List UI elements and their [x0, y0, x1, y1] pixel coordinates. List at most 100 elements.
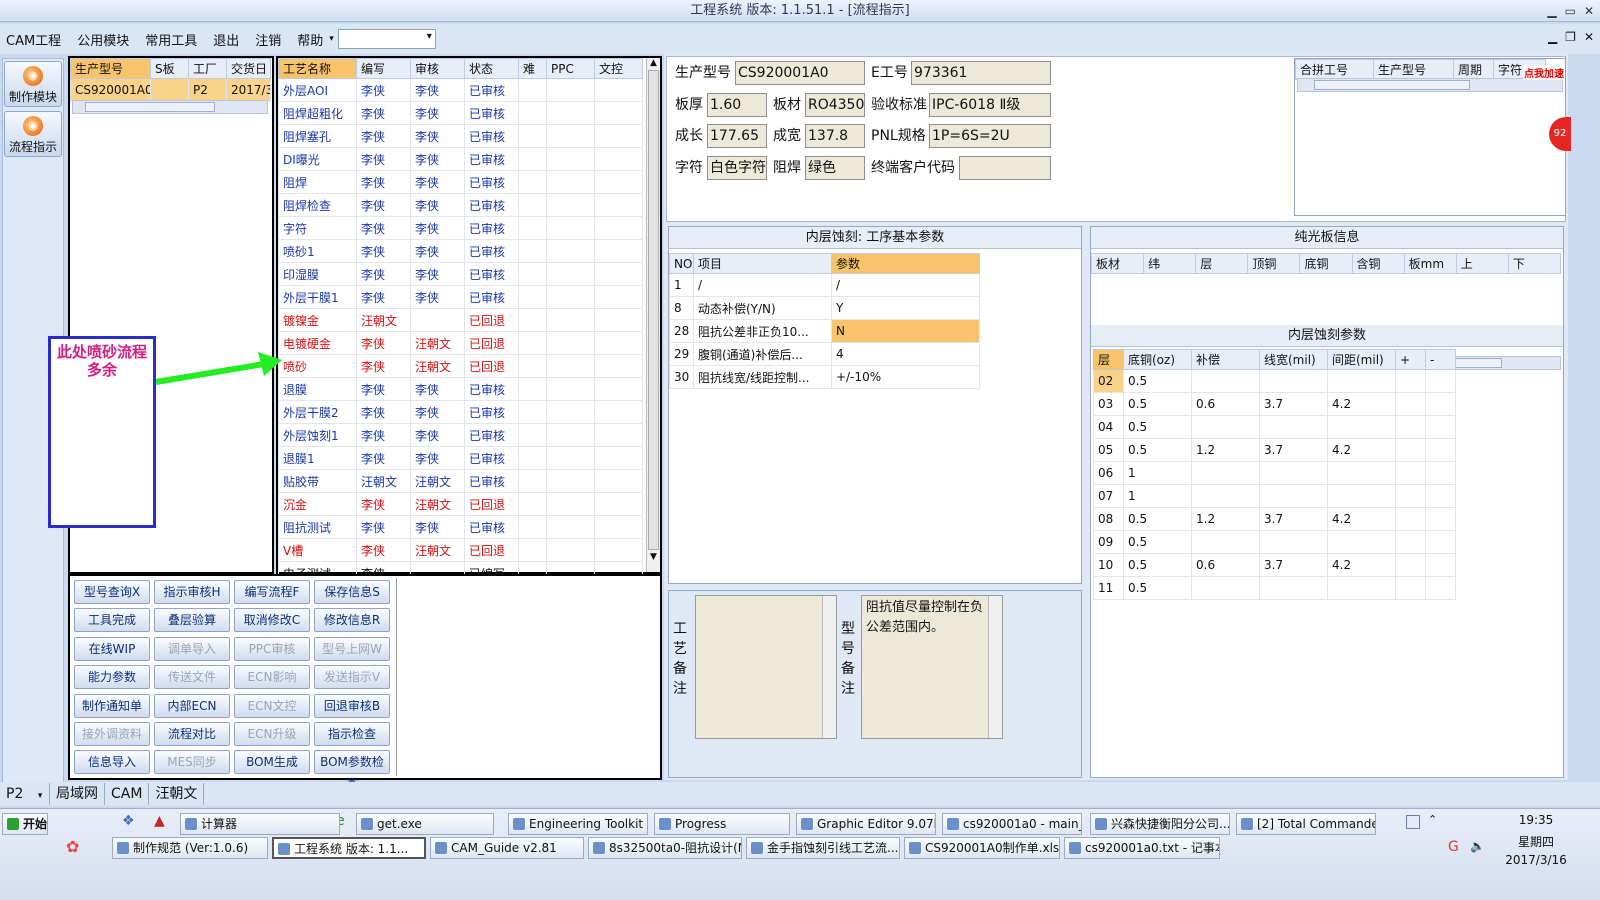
- mat-field[interactable]: RO4350B: [805, 93, 865, 117]
- action-button[interactable]: MES同步: [154, 750, 230, 775]
- inner-params-header[interactable]: 底铜(oz): [1123, 349, 1192, 370]
- action-button[interactable]: 能力参数: [74, 665, 150, 690]
- inner-params-header[interactable]: 补偿: [1191, 349, 1260, 370]
- etch-header[interactable]: 项目: [693, 253, 832, 274]
- menu-tools[interactable]: 常用工具: [145, 30, 197, 49]
- table-row[interactable]: 阻焊 李侠 李侠 已审核: [278, 170, 643, 194]
- table-row[interactable]: 电镀硬金 李侠 汪朝文 已回退: [278, 331, 643, 355]
- table-row[interactable]: 退膜 李侠 李侠 已审核: [278, 377, 643, 401]
- table-row[interactable]: 外层干膜1 李侠 李侠 已审核: [278, 285, 643, 309]
- merge-header[interactable]: 生产型号: [1373, 59, 1454, 80]
- taskbar-item[interactable]: 金手指蚀刻引线工艺流...: [746, 837, 900, 859]
- table-row[interactable]: 02 0.5: [1093, 369, 1456, 393]
- table-row[interactable]: 贴胶带 汪朝文 汪朝文 已审核: [278, 469, 643, 493]
- action-button[interactable]: ECN升级: [234, 721, 310, 746]
- plant-selector[interactable]: P2 ▾: [0, 783, 50, 805]
- action-button[interactable]: 取消修改C: [234, 608, 310, 633]
- table-row[interactable]: 09 0.5: [1093, 530, 1456, 554]
- process-header[interactable]: 难: [518, 58, 547, 79]
- table-row[interactable]: 阻焊超粗化 李侠 李侠 已审核: [278, 101, 643, 125]
- scroll-thumb[interactable]: [648, 70, 659, 550]
- table-row[interactable]: 06 1: [1093, 461, 1456, 485]
- bare-board-header[interactable]: 层: [1195, 253, 1249, 274]
- action-button[interactable]: 型号上网W: [314, 636, 390, 661]
- menu-dropdown-icon[interactable]: ▾: [329, 34, 334, 44]
- table-row[interactable]: 沉金 李侠 汪朝文 已回退: [278, 492, 643, 516]
- etch-header[interactable]: NO: [669, 253, 694, 274]
- close-icon[interactable]: ✕: [1584, 4, 1594, 18]
- inner-params-header[interactable]: 线宽(mil): [1259, 349, 1328, 370]
- table-row[interactable]: CS920001A0 P2 2017/3: [70, 78, 271, 102]
- menu-cam[interactable]: CAM工程: [6, 30, 61, 49]
- action-button[interactable]: 回退审核B: [314, 693, 390, 718]
- show-desktop-icon[interactable]: [1406, 815, 1420, 829]
- len-field[interactable]: 177.65: [707, 124, 767, 148]
- menu-help[interactable]: 帮助: [297, 30, 323, 49]
- action-button[interactable]: 制作通知单: [74, 693, 150, 718]
- inner-params-header[interactable]: 层: [1093, 349, 1124, 370]
- make-module-button[interactable]: ◉ 制作模块: [4, 61, 62, 107]
- table-row[interactable]: 30 阻抗线宽/线距控制... +/-10%: [669, 365, 980, 389]
- taskbar-item[interactable]: cs920001a0.txt - 记事本: [1064, 837, 1220, 859]
- table-row[interactable]: 阻抗测试 李侠 李侠 已审核: [278, 515, 643, 539]
- merge-header[interactable]: 合拼工号: [1295, 59, 1374, 80]
- process-header[interactable]: PPC: [546, 58, 595, 79]
- char-field[interactable]: 白色字符: [707, 156, 767, 180]
- action-button[interactable]: 型号查询X: [74, 580, 150, 604]
- action-button[interactable]: 接外调资料: [74, 721, 150, 746]
- taskbar-item[interactable]: 兴森快捷衡阳分公司...: [1090, 813, 1230, 835]
- bare-board-header[interactable]: 底铜: [1299, 253, 1353, 274]
- table-row[interactable]: 镀镍金 汪朝文 已回退: [278, 308, 643, 332]
- thick-field[interactable]: 1.60: [707, 93, 767, 117]
- table-row[interactable]: 11 0.5: [1093, 576, 1456, 600]
- model-remark-box[interactable]: 阻抗值尽量控制在负公差范围内。: [861, 595, 1003, 739]
- table-row[interactable]: 8 动态补偿(Y/N) Y: [669, 296, 980, 320]
- pdf-icon[interactable]: ▲: [154, 813, 165, 829]
- action-button[interactable]: PPC审核: [234, 636, 310, 661]
- order-header[interactable]: S板: [150, 58, 189, 79]
- taskbar-item[interactable]: 8s32500ta0-阻抗设计(N...: [588, 837, 742, 859]
- process-remark-box[interactable]: [695, 595, 837, 739]
- order-hscrollbar[interactable]: [72, 100, 268, 114]
- action-button[interactable]: 内部ECN: [154, 693, 230, 718]
- table-row[interactable]: 07 1: [1093, 484, 1456, 508]
- table-row[interactable]: 03 0.5 0.6 3.7 4.2: [1093, 392, 1456, 416]
- action-button[interactable]: BOM参数检查: [314, 750, 390, 791]
- bare-board-header[interactable]: 纬: [1143, 253, 1197, 274]
- inner-params-header[interactable]: -: [1425, 349, 1456, 370]
- action-button[interactable]: 修改信息R: [314, 608, 390, 633]
- action-button[interactable]: 传送文件: [154, 665, 230, 690]
- action-button[interactable]: 工具完成: [74, 608, 150, 633]
- taskbar-item[interactable]: Graphic Editor 9.07b2 ...: [796, 813, 936, 835]
- taskbar-item[interactable]: get.exe: [356, 813, 494, 835]
- quicklaunch-icon[interactable]: ❖: [122, 813, 135, 829]
- table-row[interactable]: 29 腹铜(通道)补偿后... 4: [669, 342, 980, 366]
- maximize-icon[interactable]: ▭: [1565, 4, 1576, 18]
- taskbar-item[interactable]: cs920001a0 - main_qa: [942, 813, 1082, 835]
- action-button[interactable]: 编写流程F: [234, 580, 310, 604]
- flow-button[interactable]: ◉ 流程指示: [4, 111, 62, 157]
- table-row[interactable]: 04 0.5: [1093, 415, 1456, 439]
- order-header[interactable]: 生产型号: [70, 58, 151, 79]
- table-row[interactable]: 喷砂 李侠 汪朝文 已回退: [278, 354, 643, 378]
- table-row[interactable]: 28 阻抗公差非正负10... N: [669, 319, 980, 343]
- tray-g-icon[interactable]: G: [1448, 839, 1459, 855]
- mdi-restore-icon[interactable]: ❐: [1565, 30, 1576, 44]
- table-row[interactable]: 喷砂1 李侠 李侠 已审核: [278, 239, 643, 263]
- action-button[interactable]: 在线WIP: [74, 636, 150, 661]
- taskbar-item[interactable]: 制作规范 (Ver:1.0.6): [112, 837, 268, 859]
- table-row[interactable]: 05 0.5 1.2 3.7 4.2: [1093, 438, 1456, 462]
- action-button[interactable]: ECN文控: [234, 693, 310, 718]
- action-button[interactable]: 调单导入: [154, 636, 230, 661]
- action-button[interactable]: 叠层验算: [154, 608, 230, 633]
- bare-board-header[interactable]: 下: [1507, 253, 1562, 274]
- mask-field[interactable]: 绿色: [805, 156, 865, 180]
- action-button[interactable]: 指示检查: [314, 721, 390, 746]
- taskbar-item[interactable]: Progress: [654, 813, 790, 835]
- start-button[interactable]: 开始: [2, 813, 48, 835]
- table-row[interactable]: 阻焊塞孔 李侠 李侠 已审核: [278, 124, 643, 148]
- action-button[interactable]: 保存信息S: [314, 580, 390, 604]
- bare-board-header[interactable]: 板mm: [1403, 253, 1457, 274]
- table-row[interactable]: DI曝光 李侠 李侠 已审核: [278, 147, 643, 171]
- menu-common[interactable]: 公用模块: [77, 30, 129, 49]
